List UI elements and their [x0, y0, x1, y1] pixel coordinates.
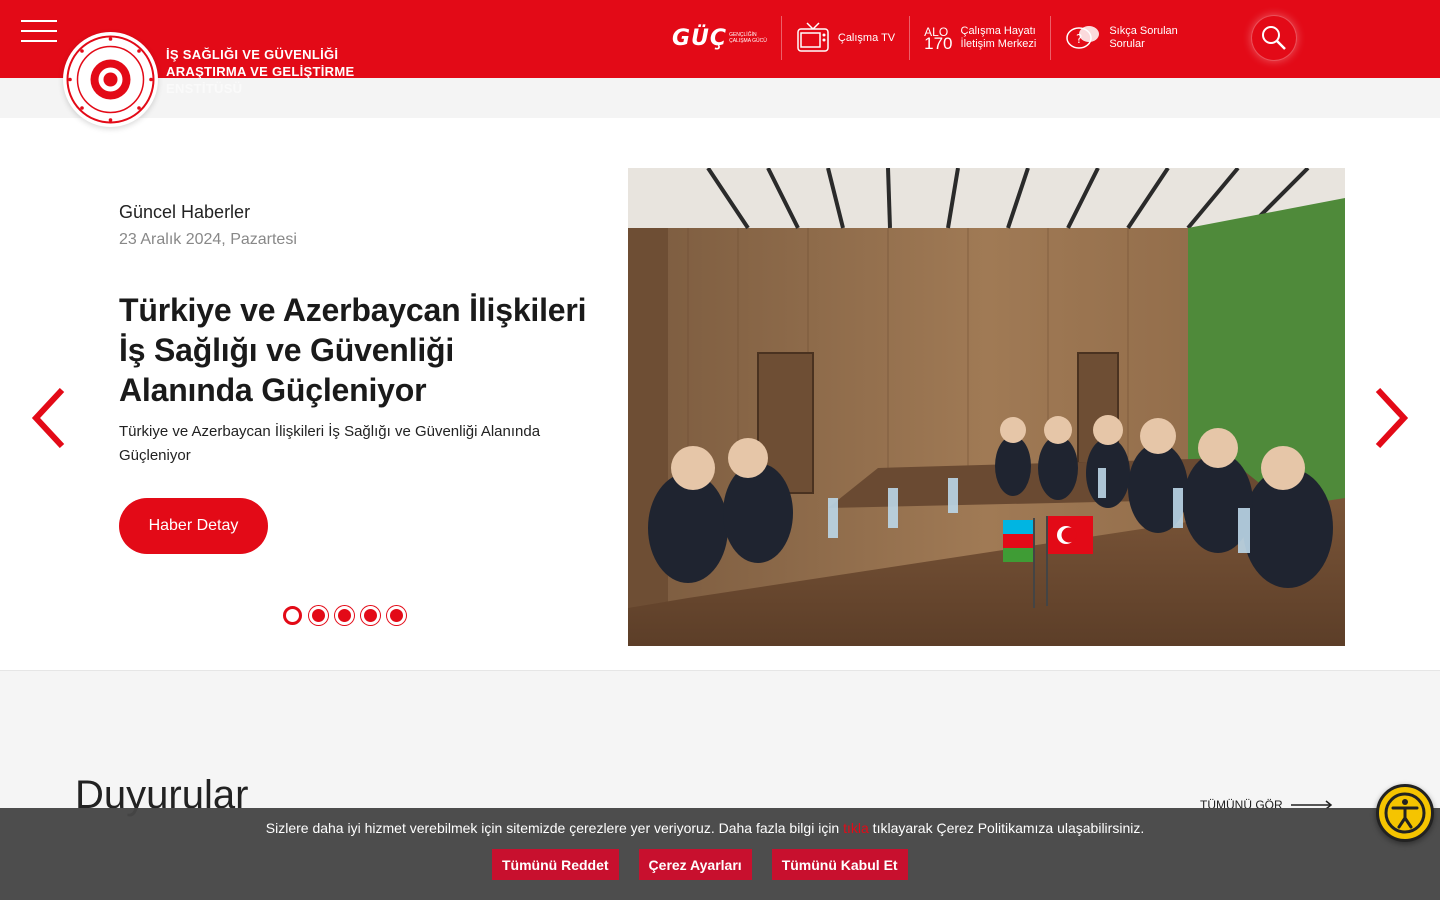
- slider-next-button[interactable]: [1370, 387, 1410, 449]
- reject-all-button[interactable]: Tümünü Reddet: [492, 849, 619, 880]
- news-category: Güncel Haberler: [119, 202, 251, 222]
- cookie-banner: Sizlere daha iyi hizmet verebilmek için …: [0, 808, 1440, 900]
- alo-170-icon: ALO 170: [924, 25, 953, 53]
- faq-icon: ?: [1066, 26, 1100, 49]
- news-title[interactable]: Türkiye ve Azerbaycan İlişkileri İş Sağl…: [119, 290, 589, 410]
- tv-icon: [797, 22, 829, 52]
- svg-text:?: ?: [1076, 32, 1082, 46]
- menu-icon[interactable]: [21, 20, 57, 42]
- news-detail-button[interactable]: Haber Detay: [119, 498, 268, 554]
- slider-prev-button[interactable]: [30, 387, 70, 449]
- cookie-text: Sizlere daha iyi hizmet verebilmek için …: [265, 820, 1145, 836]
- slider-dot[interactable]: [387, 606, 406, 625]
- news-slider: Güncel Haberler 23 Aralık 2024, Pazartes…: [0, 118, 1440, 671]
- slider-dot[interactable]: [283, 606, 302, 625]
- slider-dot[interactable]: [335, 606, 354, 625]
- alo-170-link[interactable]: ALO 170 Çalışma Hayatı İletişim Merkezi: [909, 16, 1050, 60]
- news-image[interactable]: [628, 168, 1345, 646]
- cookie-settings-button[interactable]: Çerez Ayarları: [638, 849, 752, 880]
- header-links: GÜÇ GENÇLİĞİN ÇALIŞMA GÜCÜ Çalışma TV ALO…: [672, 16, 1192, 60]
- tv-label: Çalışma TV: [837, 31, 896, 44]
- goc-link[interactable]: GÜÇ GENÇLİĞİN ÇALIŞMA GÜCÜ: [672, 16, 781, 60]
- institute-name[interactable]: İŞ SAĞLIĞI VE GÜVENLİĞİ ARAŞTIRMA VE GEL…: [166, 46, 354, 97]
- search-icon: [1262, 26, 1286, 50]
- goc-sub: GENÇLİĞİN ÇALIŞMA GÜCÜ: [729, 32, 767, 44]
- news-summary: Türkiye ve Azerbaycan İlişkileri İş Sağl…: [119, 423, 541, 464]
- slider-dot[interactable]: [309, 606, 328, 625]
- faq-link[interactable]: ? Sıkça Sorulan Sorular: [1050, 16, 1191, 60]
- alo-label: Çalışma Hayatı İletişim Merkezi: [960, 25, 1037, 50]
- faq-label: Sıkça Sorulan Sorular: [1109, 25, 1178, 50]
- institute-seal-logo[interactable]: [63, 32, 158, 127]
- chevron-left-icon: [31, 387, 65, 449]
- news-date: 23 Aralık 2024, Pazartesi: [119, 231, 297, 248]
- calisma-tv-link[interactable]: Çalışma TV: [780, 16, 909, 60]
- cookie-policy-link[interactable]: tıkla: [843, 820, 869, 836]
- slider-pagination: [283, 606, 413, 625]
- accessibility-icon: [1384, 792, 1426, 834]
- accessibility-button[interactable]: [1376, 784, 1434, 842]
- slider-dot[interactable]: [361, 606, 380, 625]
- cookie-buttons: Tümünü Reddet Çerez Ayarları Tümünü Kabu…: [492, 849, 928, 880]
- accept-all-button[interactable]: Tümünü Kabul Et: [771, 849, 908, 880]
- chevron-right-icon: [1375, 387, 1409, 449]
- search-button[interactable]: [1252, 16, 1296, 60]
- goc-logo: GÜÇ: [672, 25, 728, 51]
